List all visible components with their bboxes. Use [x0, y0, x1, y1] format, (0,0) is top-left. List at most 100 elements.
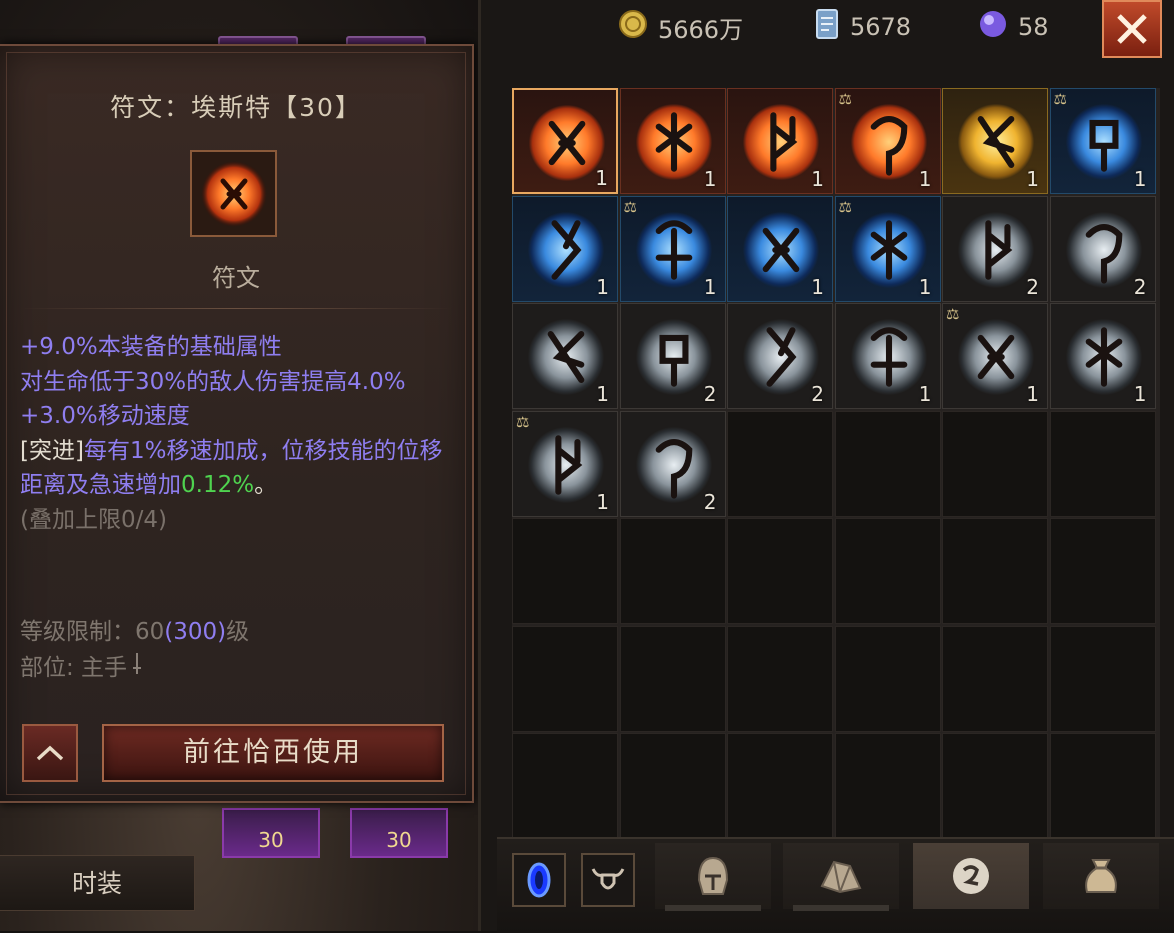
rune-slot[interactable]: ⚖ 1: [834, 195, 941, 302]
empty-slot[interactable]: [834, 625, 941, 732]
item-count: 1: [703, 167, 717, 191]
rune-slot[interactable]: 1: [512, 195, 618, 302]
rune-slot[interactable]: 1: [834, 303, 941, 409]
rune-slot[interactable]: 1: [727, 88, 833, 194]
rune-slot[interactable]: 1: [727, 195, 833, 302]
rune-tab[interactable]: [913, 843, 1029, 909]
equipment-slot-2[interactable]: 30: [350, 808, 448, 858]
empty-slot[interactable]: [942, 733, 1048, 839]
rune-slot[interactable]: 2: [1049, 195, 1156, 302]
purple-orb-icon: [978, 9, 1008, 45]
close-button[interactable]: [1102, 0, 1162, 58]
empty-slot[interactable]: [512, 518, 618, 624]
skill-value: 0.12%: [181, 472, 255, 498]
rune-slot[interactable]: 1: [512, 303, 618, 409]
rune-slot[interactable]: 2: [942, 195, 1048, 302]
stat-line: +9.0%本装备的基础属性: [20, 334, 282, 360]
level-requirement: 等级限制：60(300)级: [20, 614, 249, 650]
empty-slot[interactable]: [512, 733, 618, 839]
gold-coin-icon: [618, 9, 648, 45]
empty-slot[interactable]: [619, 733, 726, 839]
rune-slot[interactable]: ⚖ 1: [1049, 88, 1156, 194]
requirements: 等级限制：60(300)级 部位: 主手: [20, 614, 249, 687]
empty-slot[interactable]: [727, 518, 833, 624]
go-use-button[interactable]: 前往恰西使用: [102, 724, 444, 782]
empty-slot[interactable]: [942, 410, 1048, 517]
rune-slot[interactable]: ⚖ 1: [619, 195, 726, 302]
bull-filter-button[interactable]: [581, 853, 635, 907]
level-alt: (300): [164, 619, 227, 645]
empty-slot[interactable]: [834, 733, 941, 839]
item-count: 1: [596, 382, 609, 406]
rune-slot[interactable]: ⚖ 1: [942, 303, 1048, 409]
skill-tag: [突进]: [20, 437, 84, 464]
item-count: 1: [596, 489, 609, 514]
blue-gem-icon: [527, 862, 551, 898]
close-icon: [1117, 14, 1147, 44]
tab-underline: [665, 905, 761, 911]
empty-slot[interactable]: [1049, 518, 1156, 624]
bag-tab[interactable]: [1043, 843, 1159, 909]
level-unit: 级: [226, 619, 250, 645]
item-count: 2: [1026, 274, 1039, 299]
empty-slot[interactable]: [1049, 733, 1156, 839]
gem-icon: [820, 860, 862, 894]
item-count: 1: [1133, 382, 1147, 406]
empty-slot[interactable]: [942, 625, 1048, 732]
empty-slot[interactable]: [512, 625, 618, 732]
rune-slot[interactable]: 1: [512, 88, 618, 194]
empty-slot[interactable]: [727, 410, 833, 517]
empty-slot[interactable]: [834, 518, 941, 624]
helmet-icon: [697, 856, 729, 895]
equipment-slot-1[interactable]: 30: [222, 808, 320, 858]
item-count: 1: [918, 274, 932, 299]
rune-slot[interactable]: ⚖ 1: [512, 410, 618, 517]
rune-slot[interactable]: 2: [727, 303, 833, 409]
item-count: 1: [703, 274, 717, 299]
empty-slot[interactable]: [1049, 625, 1156, 732]
item-count: 2: [811, 382, 824, 406]
item-count: 1: [811, 274, 824, 299]
gem-tab[interactable]: [783, 843, 899, 911]
rune-slot[interactable]: 2: [619, 410, 726, 517]
empty-slot[interactable]: [834, 410, 941, 517]
collapse-button[interactable]: [22, 724, 78, 782]
empty-slot[interactable]: [727, 625, 833, 732]
rune-grid: 1 1 1 ⚖ 1 1 ⚖ 1 1 ⚖ 1 1 ⚖ 1 2 2 1 2 2 1 ⚖ 1 1 ⚖ 1 2: [512, 88, 1160, 840]
rune-tab-icon: [953, 858, 989, 894]
costume-button[interactable]: 时装: [0, 855, 195, 911]
item-count: 1: [811, 167, 824, 191]
currency-orb: 58: [978, 10, 1049, 44]
empty-slot[interactable]: [619, 518, 726, 624]
stack-limit: (叠加上限0/4): [20, 506, 167, 533]
slot-level: 30: [386, 828, 412, 852]
empty-slot[interactable]: [619, 625, 726, 732]
slot-label: 部位: 主手: [20, 655, 128, 681]
empty-slot[interactable]: [1049, 410, 1156, 517]
level-label: 等级限制：: [20, 619, 135, 645]
rune-slot[interactable]: 1: [942, 88, 1048, 194]
slot-requirement: 部位: 主手: [20, 650, 249, 687]
sword-icon: [131, 651, 143, 687]
rune-slot[interactable]: 2: [619, 303, 726, 409]
empty-slot[interactable]: [942, 518, 1048, 624]
rune-slot[interactable]: ⚖ 1: [834, 88, 941, 194]
scale-lock-icon: ⚖: [1053, 90, 1067, 108]
rune-slot[interactable]: 1: [1049, 303, 1156, 409]
blue-gem-filter-button[interactable]: [512, 853, 566, 907]
item-count: 2: [703, 382, 717, 406]
empty-slot[interactable]: [727, 733, 833, 839]
item-count: 2: [703, 489, 717, 514]
divider: [20, 308, 452, 309]
item-count: 1: [596, 274, 609, 299]
helmet-tab[interactable]: [655, 843, 771, 911]
bull-head-icon: [591, 868, 625, 890]
orb-amount: 58: [1018, 13, 1049, 41]
rune-icon: [190, 150, 277, 237]
scale-lock-icon: ⚖: [838, 90, 852, 108]
scale-lock-icon: ⚖: [946, 305, 960, 323]
rune-slot[interactable]: 1: [619, 88, 726, 194]
scale-lock-icon: ⚖: [623, 197, 637, 216]
item-count: 1: [918, 382, 932, 406]
scale-lock-icon: ⚖: [516, 412, 530, 431]
